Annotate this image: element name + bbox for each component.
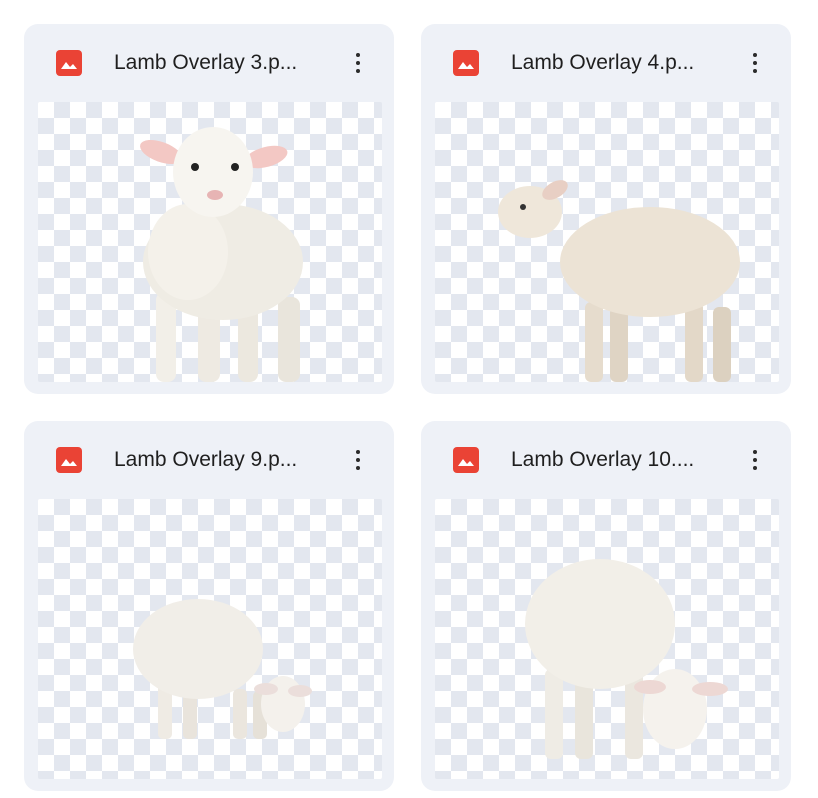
file-thumbnail[interactable] <box>38 499 382 779</box>
file-card[interactable]: Lamb Overlay 10.... <box>421 421 791 791</box>
file-card-header: Lamb Overlay 4.p... <box>421 24 791 102</box>
image-file-icon <box>56 50 82 76</box>
lamb-standing-side-view-image <box>498 180 740 382</box>
image-file-icon <box>56 447 82 473</box>
file-name[interactable]: Lamb Overlay 4.p... <box>511 48 731 78</box>
file-name[interactable]: Lamb Overlay 3.p... <box>114 48 334 78</box>
lamb-grazing-small-image <box>133 599 312 739</box>
file-card[interactable]: Lamb Overlay 3.p... <box>24 24 394 394</box>
more-vert-icon[interactable] <box>342 442 374 478</box>
more-vert-icon[interactable] <box>342 45 374 81</box>
file-name[interactable]: Lamb Overlay 9.p... <box>114 445 334 475</box>
image-file-icon <box>453 447 479 473</box>
file-card-header: Lamb Overlay 9.p... <box>24 421 394 499</box>
file-thumbnail[interactable] <box>435 499 779 779</box>
lamb-standing-facing-viewer-image <box>140 127 303 382</box>
image-file-icon <box>453 50 479 76</box>
file-card-header: Lamb Overlay 3.p... <box>24 24 394 102</box>
lamb-grazing-large-image <box>525 559 728 759</box>
file-card[interactable]: Lamb Overlay 9.p... <box>24 421 394 791</box>
file-name[interactable]: Lamb Overlay 10.... <box>511 445 731 475</box>
file-card-header: Lamb Overlay 10.... <box>421 421 791 499</box>
more-vert-icon[interactable] <box>739 45 771 81</box>
more-vert-icon[interactable] <box>739 442 771 478</box>
file-thumbnail[interactable] <box>435 102 779 382</box>
file-card[interactable]: Lamb Overlay 4.p... <box>421 24 791 394</box>
file-grid: Lamb Overlay 3.p... Lamb Overlay 4.p... … <box>0 0 818 798</box>
file-thumbnail[interactable] <box>38 102 382 382</box>
